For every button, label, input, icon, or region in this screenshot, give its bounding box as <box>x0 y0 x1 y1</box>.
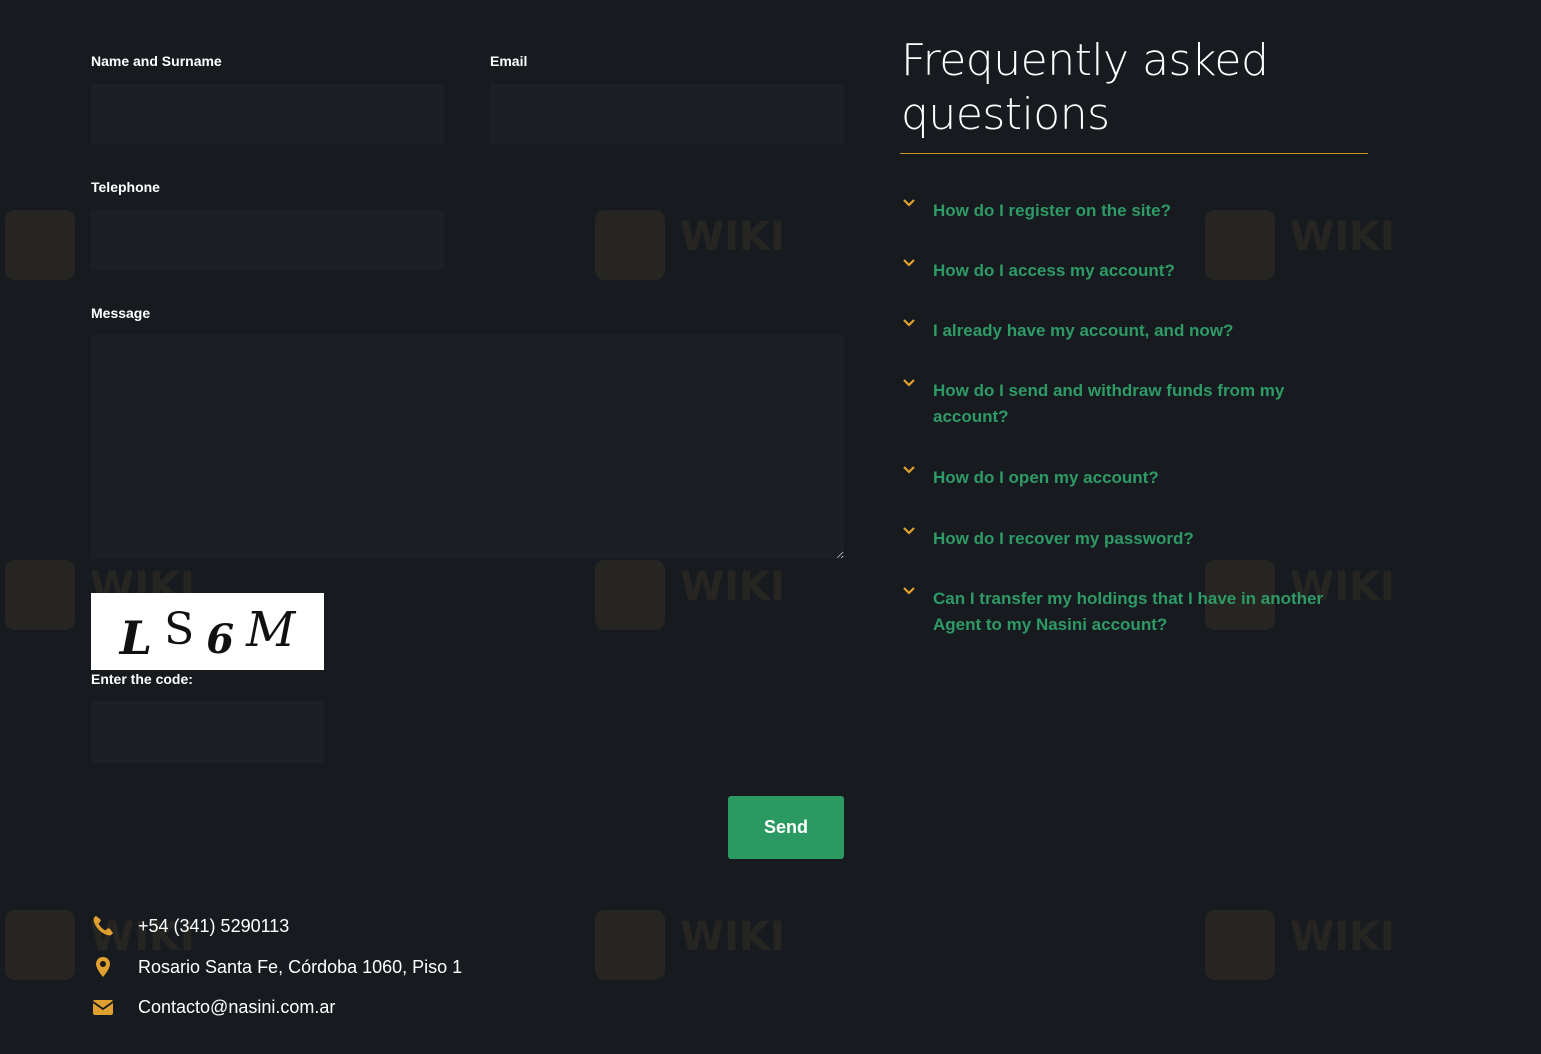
chevron-down-icon <box>901 378 933 388</box>
email-link[interactable]: Contacto@nasini.com.ar <box>138 997 335 1018</box>
faq-item[interactable]: Can I transfer my holdings that I have i… <box>901 586 1341 638</box>
faq-question: How do I access my account? <box>933 261 1175 280</box>
captcha-char: S <box>164 604 195 655</box>
faq-divider <box>900 153 1368 154</box>
email-label: Email <box>490 53 528 69</box>
captcha-char: L <box>119 610 153 665</box>
contact-email: Contacto@nasini.com.ar <box>91 995 335 1019</box>
captcha-input[interactable] <box>91 701 324 763</box>
chevron-down-icon <box>901 586 933 596</box>
map-pin-icon <box>91 955 138 979</box>
email-input[interactable] <box>490 84 844 144</box>
contact-page: WIKI WIKI WIKI WIKI WIKI WIKI WIKI WIKI … <box>0 0 1541 1054</box>
chevron-down-icon <box>901 258 933 268</box>
chevron-down-icon <box>901 465 933 475</box>
captcha-image: L S 6 M <box>91 593 324 670</box>
telephone-input[interactable] <box>91 210 444 270</box>
message-label: Message <box>91 305 151 321</box>
captcha-char: M <box>246 601 296 658</box>
chevron-down-icon <box>901 526 933 536</box>
faq-item[interactable]: How do I register on the site? <box>901 198 1341 224</box>
chevron-down-icon <box>901 198 933 208</box>
address-text: Rosario Santa Fe, Córdoba 1060, Piso 1 <box>138 956 463 977</box>
faq-question: I already have my account, and now? <box>933 321 1234 340</box>
faq-question: How do I register on the site? <box>933 201 1172 220</box>
faq-title: Frequently asked questions <box>901 35 1269 140</box>
contact-phone: +54 (341) 5290113 <box>91 914 289 938</box>
faq-item[interactable]: How do I recover my password? <box>901 526 1341 552</box>
chevron-down-icon <box>901 318 933 328</box>
name-input[interactable] <box>91 84 444 144</box>
contact-address: Rosario Santa Fe, Córdoba 1060, Piso 1 <box>91 955 462 979</box>
faq-question: Can I transfer my holdings that I have i… <box>933 589 1324 634</box>
captcha-label: Enter the code: <box>91 671 193 687</box>
telephone-label: Telephone <box>91 179 160 195</box>
watermark-logo-icon: WIKI <box>595 910 785 980</box>
watermark-logo-icon: WIKI <box>595 210 785 280</box>
faq-item[interactable]: How do I open my account? <box>901 465 1341 491</box>
send-button[interactable]: Send <box>728 796 844 859</box>
faq-question: How do I send and withdraw funds from my… <box>933 381 1285 426</box>
faq-question: How do I open my account? <box>933 468 1159 487</box>
faq-item[interactable]: How do I access my account? <box>901 258 1341 284</box>
name-label: Name and Surname <box>91 53 222 69</box>
phone-icon <box>91 914 138 938</box>
faq-question: How do I recover my password? <box>933 529 1194 548</box>
watermark-logo-icon: WIKI <box>1205 910 1395 980</box>
envelope-icon <box>91 995 138 1019</box>
faq-item[interactable]: How do I send and withdraw funds from my… <box>901 378 1301 430</box>
faq-item[interactable]: I already have my account, and now? <box>901 318 1341 344</box>
svg-text:WIKI: WIKI <box>680 914 785 960</box>
svg-text:WIKI: WIKI <box>680 564 785 610</box>
svg-text:WIKI: WIKI <box>680 214 785 260</box>
phone-link[interactable]: +54 (341) 5290113 <box>138 916 289 937</box>
message-textarea[interactable] <box>91 335 844 559</box>
svg-text:WIKI: WIKI <box>1290 914 1395 960</box>
captcha-char: 6 <box>206 616 235 663</box>
